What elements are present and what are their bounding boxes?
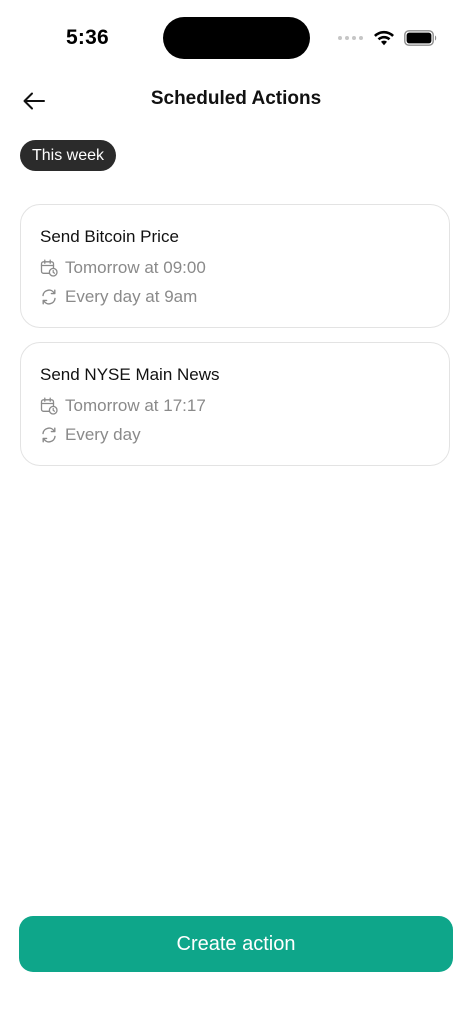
action-title: Send Bitcoin Price xyxy=(40,227,179,246)
cellular-signal-icon xyxy=(338,36,363,40)
scheduled-action-card[interactable]: Send NYSE Main News Tomorrow at 17:17 Ev… xyxy=(20,342,450,466)
wifi-icon xyxy=(374,30,394,46)
calendar-clock-icon xyxy=(40,397,58,415)
page-title: Scheduled Actions xyxy=(150,88,322,109)
recurrence-text: Every day at 9am xyxy=(65,287,198,306)
filter-chip-this-week[interactable]: This week xyxy=(20,140,117,171)
battery-icon xyxy=(404,30,437,46)
schedule-row: Tomorrow at 17:17 xyxy=(40,396,206,416)
schedule-text: Tomorrow at 17:17 xyxy=(65,396,206,415)
status-time: 5:36 xyxy=(66,26,109,49)
action-title: Send NYSE Main News xyxy=(40,365,220,384)
schedule-text: Tomorrow at 09:00 xyxy=(65,258,206,277)
scheduled-action-card[interactable]: Send Bitcoin Price Tomorrow at 09:00 Eve… xyxy=(20,204,450,328)
recurrence-row: Every day at 9am xyxy=(40,287,197,307)
recurrence-row: Every day xyxy=(40,425,141,445)
calendar-clock-icon xyxy=(40,259,58,277)
dynamic-island xyxy=(163,17,310,59)
schedule-row: Tomorrow at 09:00 xyxy=(40,258,206,278)
create-action-button[interactable]: Create action xyxy=(19,916,453,972)
repeat-icon xyxy=(40,426,58,444)
repeat-icon xyxy=(40,288,58,306)
status-icons xyxy=(338,28,438,48)
recurrence-text: Every day xyxy=(65,425,141,444)
